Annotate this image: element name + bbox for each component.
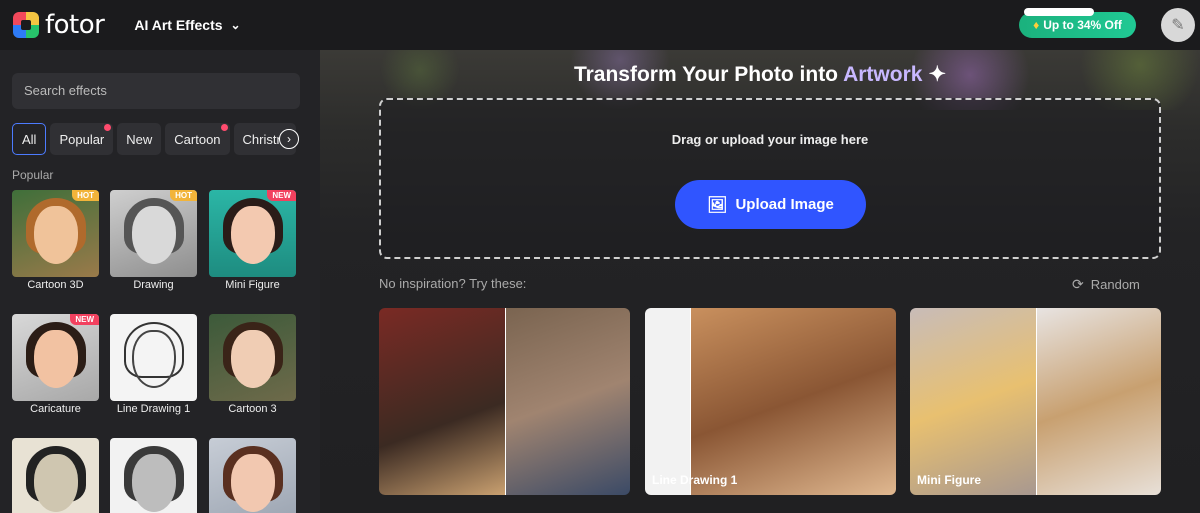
sample-card-line-drawing[interactable]: Line Drawing 1 <box>645 308 896 495</box>
sample-result <box>504 308 630 495</box>
effect-card-woodcut[interactable] <box>12 438 99 513</box>
thumb-art <box>132 454 176 512</box>
chip-cartoon[interactable]: Cartoon <box>165 123 230 155</box>
chip-label: Cartoon <box>174 131 221 147</box>
effect-thumbnail: HOT <box>12 190 99 277</box>
chip-label: All <box>22 131 37 147</box>
effect-thumbnail: HOT <box>110 190 197 277</box>
ai-art-effects-menu[interactable]: AI Art Effects ⌄ <box>134 17 240 33</box>
notification-dot <box>104 124 112 131</box>
effect-card-line-drawing-1[interactable]: Line Drawing 1 <box>110 314 197 415</box>
effect-card-caricature[interactable]: NEW Caricature <box>12 314 99 415</box>
drop-text: Drag or upload your image here <box>671 132 869 147</box>
main-panel: Transform Your Photo into Artwork ✦ Drag … <box>320 50 1200 513</box>
effect-thumbnail <box>209 438 296 513</box>
thumb-art <box>132 330 176 388</box>
user-avatar[interactable]: ✎ <box>1161 8 1195 42</box>
section-label-popular: Popular <box>12 168 54 182</box>
fotor-logo[interactable]: fotor <box>13 10 105 40</box>
effect-card-cartoon-3d[interactable]: HOT Cartoon 3D <box>12 190 99 291</box>
effect-thumbnail <box>110 314 197 401</box>
inspiration-label: No inspiration? Try these: <box>379 276 527 291</box>
sparkle-icon: ✦ <box>928 63 947 86</box>
top-navigation-bar: fotor AI Art Effects ⌄ ♦ Up to 34% Off ✎ <box>0 0 1200 50</box>
thumb-art <box>132 206 176 264</box>
page-title: Transform Your Photo into Artwork ✦ <box>320 62 1200 87</box>
sample-result <box>1035 308 1161 495</box>
random-button[interactable]: ⟳ Random <box>1072 276 1140 293</box>
effect-label: Cartoon 3 <box>228 403 277 415</box>
hot-badge: HOT <box>170 190 197 201</box>
chevron-down-icon: ⌄ <box>230 18 241 32</box>
chevron-right-icon[interactable]: › <box>279 129 299 149</box>
thumb-art <box>34 330 78 388</box>
sample-card-mini-figure[interactable]: Mini Figure <box>910 308 1161 495</box>
sample-result <box>690 308 896 495</box>
effect-label: Caricature <box>30 403 81 415</box>
category-chips: All Popular New Cartoon Christm <box>12 123 297 155</box>
notification-dot <box>220 124 228 131</box>
upload-label: Upload Image <box>735 196 834 213</box>
effect-card-drawing[interactable]: HOT Drawing <box>110 190 197 291</box>
sample-original <box>645 308 691 495</box>
effects-sidebar: Search effects All Popular New Cartoon C… <box>0 50 320 513</box>
effect-thumbnail: NEW <box>12 314 99 401</box>
effect-card-portrait[interactable] <box>209 438 296 513</box>
chip-new[interactable]: New <box>117 123 162 155</box>
diamond-icon: ♦ <box>1033 18 1040 32</box>
effect-card-sketch[interactable] <box>110 438 197 513</box>
new-badge: NEW <box>70 314 99 325</box>
image-upload-icon: 🖼 <box>707 196 728 214</box>
effect-label: Drawing <box>133 279 174 291</box>
thumb-art <box>231 330 275 388</box>
upload-image-button[interactable]: 🖼 Upload Image <box>675 180 866 229</box>
thumb-art <box>231 454 275 512</box>
sample-original <box>379 308 505 495</box>
chip-label: Popular <box>59 131 105 147</box>
search-effects-input[interactable]: Search effects <box>12 73 300 109</box>
thumb-art <box>34 206 78 264</box>
compare-divider <box>504 308 506 495</box>
upload-dropzone[interactable]: Drag or upload your image here 🖼 Upload … <box>379 98 1161 259</box>
new-badge: NEW <box>267 190 296 201</box>
effect-thumbnail <box>110 438 197 513</box>
sample-original <box>910 308 1036 495</box>
hot-badge: HOT <box>72 190 99 201</box>
thumb-art <box>34 454 78 512</box>
headline-prefix: Transform Your Photo into <box>573 63 844 86</box>
chip-all[interactable]: All <box>12 123 47 155</box>
headline-accent: Artwork <box>843 63 923 86</box>
effect-label: Mini Figure <box>225 279 280 291</box>
effect-label: Line Drawing 1 <box>116 403 191 415</box>
chip-popular[interactable]: Popular <box>50 123 114 155</box>
compare-divider <box>690 308 692 495</box>
refresh-icon: ⟳ <box>1072 276 1084 292</box>
chip-label: New <box>126 131 153 147</box>
promo-label: Up to 34% Off <box>1043 18 1122 32</box>
sample-card-christmas[interactable] <box>379 308 630 495</box>
logo-text: fotor <box>45 10 105 40</box>
menu-label: AI Art Effects <box>134 17 223 33</box>
effect-card-mini-figure[interactable]: NEW Mini Figure <box>209 190 296 291</box>
random-label: Random <box>1090 277 1140 292</box>
effect-label: Cartoon 3D <box>27 279 84 291</box>
thumb-art <box>231 206 275 264</box>
compare-divider <box>1035 308 1037 495</box>
effect-thumbnail <box>12 438 99 513</box>
effect-card-cartoon-3[interactable]: Cartoon 3 <box>209 314 296 415</box>
effect-thumbnail <box>209 314 296 401</box>
sample-label: Mini Figure <box>917 473 981 487</box>
sample-label: Line Drawing 1 <box>652 473 738 487</box>
promo-badge[interactable]: ♦ Up to 34% Off <box>1019 8 1136 38</box>
avatar-icon: ✎ <box>1171 17 1185 34</box>
fotor-logo-icon <box>13 12 39 38</box>
effect-thumbnail: NEW <box>209 190 296 277</box>
